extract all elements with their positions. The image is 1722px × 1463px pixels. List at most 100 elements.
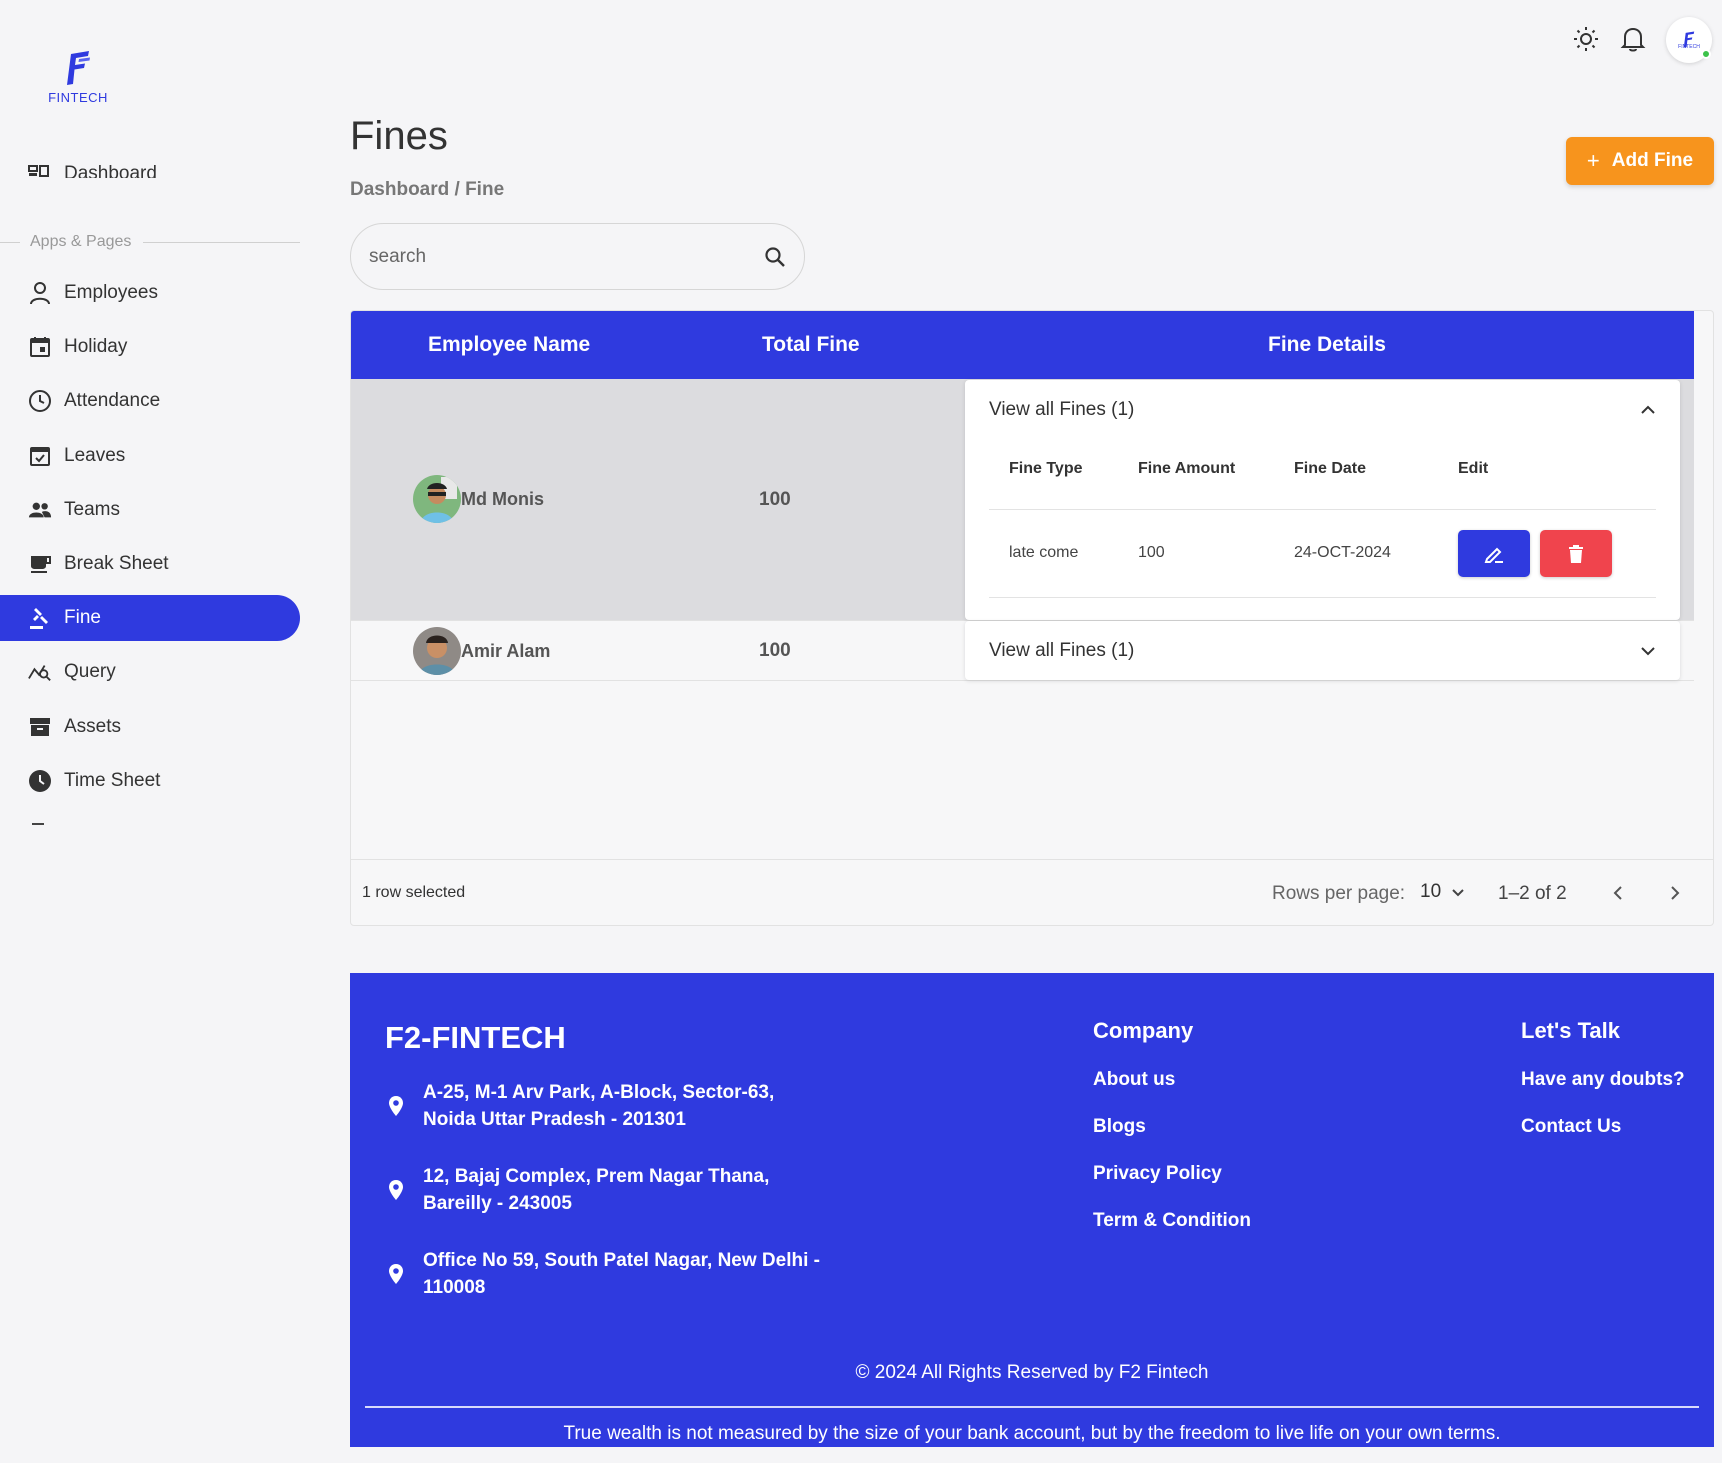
rows-per-page-label: Rows per page: <box>1272 883 1406 904</box>
fine-details-table: Fine Type Fine Amount Fine Date Edit lat… <box>989 440 1656 598</box>
rows-per-page-select[interactable]: 10 <box>1420 881 1465 903</box>
footer-link-contact-us[interactable]: Contact Us <box>1521 1116 1621 1138</box>
footer-brand: F2-FINTECH <box>385 1020 566 1055</box>
selection-status: 1 row selected <box>362 884 466 901</box>
sidebar-item-leaves[interactable]: Leaves <box>0 433 300 479</box>
sub-column-fine-type: Fine Type <box>1009 460 1083 477</box>
sidebar-item-holiday[interactable]: Holiday <box>0 324 300 370</box>
chevron-down-icon <box>1452 889 1464 897</box>
fine-details-accordion: View all Fines (1) <box>965 621 1680 680</box>
sidebar-item-fine[interactable]: Fine <box>0 595 300 641</box>
footer-quote: True wealth is not measured by the size … <box>563 1423 1501 1444</box>
chevron-down-icon <box>1641 646 1655 655</box>
footer-link-about-us[interactable]: About us <box>1093 1069 1175 1091</box>
footer-link-privacy-policy[interactable]: Privacy Policy <box>1093 1163 1222 1185</box>
gavel-icon <box>28 606 52 630</box>
theme-toggle-button[interactable] <box>1571 24 1601 54</box>
section-header: Apps & Pages <box>0 230 300 254</box>
sidebar-item-break-sheet[interactable]: Break Sheet <box>0 541 300 587</box>
fintech-logo-icon <box>67 51 90 85</box>
person-icon <box>28 281 52 305</box>
sidebar-item-time-sheet[interactable]: Time Sheet <box>0 758 300 804</box>
edit-pencil-icon <box>1484 547 1503 563</box>
sidebar-item-label: Query <box>64 661 116 682</box>
section-title: Apps & Pages <box>30 233 132 250</box>
sidebar-item-dashboard[interactable]: Dashboard <box>28 152 298 178</box>
employee-name: Md Monis <box>461 488 544 509</box>
sidebar-item-label: Time Sheet <box>64 770 161 791</box>
logo-text: FINTECH <box>48 90 108 105</box>
copyright: © 2024 All Rights Reserved by F2 Fintech <box>855 1362 1209 1383</box>
footer-address: 12, Bajaj Complex, Prem Nagar Thana, Bare… <box>385 1163 769 1217</box>
sidebar-overflow-indicator <box>32 823 44 825</box>
table-pagination: 1 row selected Rows per page: 10 1–2 of … <box>351 859 1713 925</box>
fine-date: 24-OCT-2024 <box>1294 544 1391 561</box>
online-status-indicator <box>1701 49 1711 59</box>
footer-address: Office No 59, South Patel Nagar, New Del… <box>385 1247 820 1301</box>
bell-icon <box>1620 27 1646 52</box>
clock-icon <box>28 389 52 413</box>
sidebar-item-attendance[interactable]: Attendance <box>0 378 300 424</box>
notifications-button[interactable] <box>1618 24 1648 54</box>
rows-per-page-value: 10 <box>1420 881 1442 902</box>
sidebar-item-label: Teams <box>64 499 120 520</box>
breadcrumb: Dashboard / Fine <box>350 179 505 200</box>
user-avatar[interactable]: FINTECH <box>1666 17 1712 63</box>
clock-filled-icon <box>28 769 52 793</box>
sidebar-item-teams[interactable]: Teams <box>0 487 300 533</box>
accordion-label: View all Fines (1) <box>989 639 1135 661</box>
sidebar-item-query[interactable]: Query <box>0 649 300 695</box>
address-line: Office No 59, South Patel Nagar, New Del… <box>423 1250 820 1271</box>
divider <box>0 241 20 243</box>
add-fine-button[interactable]: + Add Fine <box>1566 137 1714 185</box>
accordion-label: View all Fines (1) <box>989 399 1135 420</box>
search-icon[interactable] <box>764 246 786 268</box>
calendar-check-icon <box>28 444 52 468</box>
fines-table: Employee Name Total Fine Fine Details Md… <box>350 310 1714 926</box>
column-header-employee-name[interactable]: Employee Name <box>428 333 590 357</box>
sub-column-edit: Edit <box>1458 460 1489 477</box>
table-row[interactable]: Amir Alam 100 View all Fines (1) <box>351 621 1694 681</box>
footer-talk-title: Let's Talk <box>1521 1018 1620 1043</box>
archive-icon <box>28 715 52 739</box>
chevron-up-icon <box>1641 405 1655 414</box>
footer-link-doubts[interactable]: Have any doubts? <box>1521 1069 1685 1091</box>
brand-logo[interactable]: FINTECH <box>46 50 110 105</box>
fine-type: late come <box>1009 544 1079 561</box>
column-header-total-fine[interactable]: Total Fine <box>762 333 860 357</box>
location-pin-icon <box>385 1179 407 1201</box>
search-box[interactable] <box>350 223 805 290</box>
query-chart-icon <box>28 660 52 684</box>
location-pin-icon <box>385 1095 407 1117</box>
search-input[interactable] <box>369 245 764 268</box>
accordion-toggle[interactable]: View all Fines (1) <box>965 380 1680 440</box>
sidebar-item-label: Holiday <box>64 336 128 357</box>
total-fine-cell: 100 <box>759 640 791 661</box>
chevron-right-icon <box>1671 886 1680 900</box>
footer-link-terms[interactable]: Term & Condition <box>1093 1210 1251 1232</box>
coffee-icon <box>28 552 52 576</box>
sun-icon <box>1574 27 1598 51</box>
sidebar-item-label: Leaves <box>64 445 126 466</box>
footer-divider <box>365 1406 1699 1408</box>
previous-page-button[interactable] <box>1603 878 1633 908</box>
address-line: 12, Bajaj Complex, Prem Nagar Thana, <box>423 1166 770 1187</box>
footer-link-blogs[interactable]: Blogs <box>1093 1116 1146 1138</box>
table-row[interactable]: Md Monis 100 View all Fines (1) Fine Typ… <box>351 379 1694 621</box>
footer-company-title: Company <box>1093 1018 1194 1043</box>
sidebar-item-employees[interactable]: Employees <box>0 270 300 316</box>
delete-fine-button[interactable] <box>1540 530 1612 577</box>
next-page-button[interactable] <box>1660 878 1690 908</box>
employee-name: Amir Alam <box>461 640 551 661</box>
sidebar-item-label: Employees <box>64 282 158 303</box>
column-header-fine-details[interactable]: Fine Details <box>1268 333 1386 357</box>
address-line: Bareilly - 243005 <box>423 1193 572 1214</box>
accordion-toggle[interactable]: View all Fines (1) <box>965 621 1680 680</box>
employee-name-cell: Amir Alam <box>413 627 550 675</box>
fine-details-header: Fine Type Fine Amount Fine Date Edit <box>989 440 1656 510</box>
employee-avatar <box>413 627 461 675</box>
table-header: Employee Name Total Fine Fine Details <box>351 311 1694 379</box>
edit-fine-button[interactable] <box>1458 530 1530 577</box>
sidebar-item-assets[interactable]: Assets <box>0 704 300 750</box>
sidebar-item-label: Assets <box>64 716 122 737</box>
